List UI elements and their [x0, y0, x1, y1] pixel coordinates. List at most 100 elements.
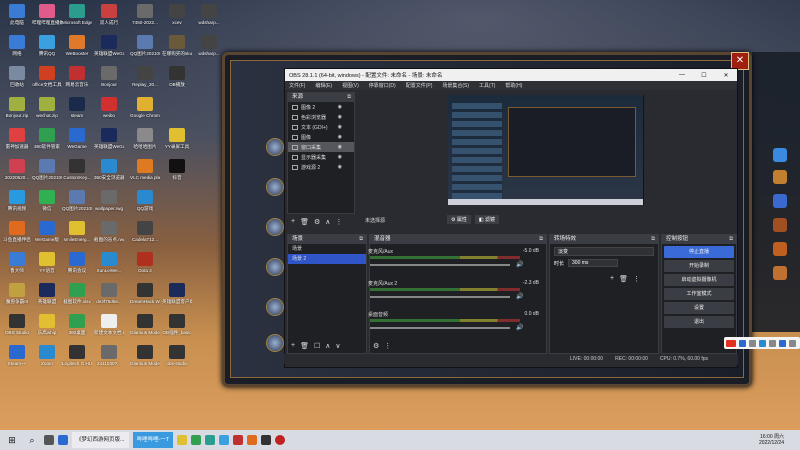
control-button[interactable]: 开始录制 [664, 260, 734, 272]
desktop-icon[interactable]: QQ图片20210821... [130, 35, 160, 65]
search-icon[interactable]: ⌕ [24, 432, 40, 448]
desktop-icon[interactable]: DreamHack WC3 Opti... [130, 283, 160, 313]
visibility-icon[interactable]: ◉ [338, 114, 342, 120]
desktop-icon[interactable]: 英雄联盟WeGame版 [94, 128, 124, 158]
menu-item[interactable]: 帮助(H) [505, 82, 522, 89]
volume-slider[interactable] [370, 264, 510, 266]
panel-menu-icon[interactable]: ⧉ [359, 235, 366, 244]
edge-icon[interactable] [205, 435, 216, 445]
start-button[interactable]: ⊞ [4, 432, 20, 448]
menu-item[interactable]: 停靠窗口(D) [369, 82, 396, 89]
menu-item[interactable]: 场景集合(S) [442, 82, 469, 89]
source-item[interactable]: 色彩浏览器 ◉ [288, 112, 354, 122]
source-item[interactable]: 图像 2 ◉ [288, 102, 354, 112]
desktop-icon[interactable]: office文档工具 [32, 66, 62, 96]
desktop-icon[interactable]: 抖音 [162, 159, 192, 189]
game-icon[interactable] [773, 266, 787, 280]
close-button[interactable]: ✕ [715, 72, 737, 79]
orb-icon[interactable] [266, 334, 284, 352]
desktop-icon[interactable]: WeGame版 [32, 221, 62, 251]
desktop-icon[interactable]: Bonjour.zip [2, 97, 32, 127]
desktop-icon[interactable]: 网易云音乐 [62, 66, 92, 96]
scene-item[interactable]: 场景 2 [288, 254, 366, 264]
menu-item[interactable]: 视图(V) [342, 82, 359, 89]
control-button[interactable]: 设置 [664, 302, 734, 314]
source-item[interactable]: 窗口采集 ◉ [288, 142, 354, 152]
scene-item[interactable]: 场景 [288, 244, 366, 254]
desktop-icon[interactable]: wechat.zip [32, 97, 62, 127]
desktop-icon[interactable]: wdsharp... [194, 4, 224, 34]
skin-icon[interactable] [779, 339, 786, 347]
control-button[interactable]: 停止直播 [664, 246, 734, 258]
orb-icon[interactable] [266, 218, 284, 236]
desktop-icon[interactable]: XunLeiWe... [94, 252, 124, 282]
desktop-icon[interactable]: obs-studio [162, 345, 192, 375]
desktop-icon[interactable]: wdsharp... [194, 35, 224, 65]
gear-icon[interactable]: ⚙ [373, 342, 379, 350]
desktop-icon[interactable]: Microsoft Edge [62, 4, 92, 34]
move-down-icon[interactable]: ∨ [335, 342, 340, 350]
game-icon[interactable] [773, 242, 787, 256]
desktop-icon[interactable]: Glarious Model O... [130, 345, 160, 375]
source-item[interactable]: 游戏源 2 ◉ [288, 162, 354, 172]
panel-menu-icon[interactable]: ⧉ [347, 93, 354, 102]
explorer-icon[interactable] [177, 435, 188, 445]
desktop-icon[interactable]: QQ游戏 [130, 190, 160, 220]
desktop-icon[interactable]: OBS Studio [2, 314, 32, 344]
orb-icon[interactable] [266, 178, 284, 196]
properties-button[interactable]: ⚙ 属性 [447, 215, 471, 224]
desktop-icon[interactable]: 360桌面 [62, 314, 92, 344]
gear-icon[interactable]: ⚙ [314, 218, 320, 226]
ime-toolbar[interactable] [724, 337, 800, 349]
desktop-icon[interactable]: 此电脑 [2, 4, 32, 34]
panel-menu-icon[interactable]: ⧉ [729, 235, 736, 244]
desktop-icon[interactable]: 斗鱼直播伴侣 [2, 221, 32, 251]
control-button[interactable]: 工作室模式 [664, 288, 734, 300]
desktop-icon[interactable]: 英雄联盟WeGame版 [94, 35, 124, 65]
source-item[interactable]: 文本 (GDI+) ◉ [288, 122, 354, 132]
desktop-icon[interactable]: WeBooster [62, 35, 92, 65]
desktop-icon[interactable]: YY录屏工具 [162, 128, 192, 158]
desktop-icon[interactable]: 7450-2022... [130, 4, 160, 34]
more-icon[interactable]: ⋮ [335, 218, 342, 226]
keyboard-icon[interactable] [769, 339, 776, 347]
transition-select[interactable]: 淡变 [554, 247, 654, 256]
obs-taskbar-icon[interactable] [261, 435, 272, 445]
desktop-icon[interactable]: 360软件管家 [32, 128, 62, 158]
menu-item[interactable]: 文件(F) [289, 82, 305, 89]
add-icon[interactable]: + [291, 218, 295, 226]
netease-icon[interactable] [233, 435, 244, 445]
visibility-icon[interactable]: ◉ [338, 144, 342, 150]
desktop-icon[interactable]: OB插件_basic [162, 314, 192, 344]
record-icon[interactable] [275, 435, 286, 445]
menu-item[interactable]: 工具(T) [479, 82, 495, 89]
desktop-icon[interactable]: 在哪购买的sku... [162, 35, 192, 65]
visibility-icon[interactable]: ◉ [338, 124, 342, 130]
desktop-icon[interactable]: weibo [94, 97, 124, 127]
desktop-icon[interactable]: de2f75d5e... [94, 283, 124, 313]
visibility-icon[interactable]: ◉ [338, 134, 342, 140]
game-icon[interactable] [773, 170, 787, 184]
desktop-icon[interactable]: xcev [162, 4, 192, 34]
visibility-icon[interactable]: ◉ [338, 104, 342, 110]
delete-icon[interactable]: 🗑 [300, 342, 309, 350]
source-item[interactable]: 图像 ◉ [288, 132, 354, 142]
control-button[interactable]: 启动虚拟摄像机 [664, 274, 734, 286]
desktop-icon[interactable]: 截图软件.xlsx [62, 283, 92, 313]
panel-menu-icon[interactable]: ⧉ [539, 235, 546, 244]
desktop-icon[interactable]: wallpaper.rwg [94, 190, 124, 220]
desktop-icon[interactable]: Steam++ [2, 345, 32, 375]
menu-item[interactable]: 编辑(E) [315, 82, 332, 89]
desktop-icon[interactable]: 回收站 [2, 66, 32, 96]
speaker-icon[interactable]: 🔊 [516, 293, 523, 300]
desktop-icon[interactable]: OB播放 [162, 66, 192, 96]
desktop-icon[interactable]: YY语音 [32, 252, 62, 282]
filters-button[interactable]: ◧ 滤镜 [474, 215, 500, 224]
taskbar-clock[interactable]: 16:00 周六 2022/12/24 [759, 434, 784, 446]
desktop-icon[interactable]: 鲁大师 [2, 252, 32, 282]
panel-menu-icon[interactable]: ⧉ [651, 235, 658, 244]
orb-icon[interactable] [266, 138, 284, 156]
desktop-icon[interactable]: 截图的盲点.rwg [94, 221, 124, 251]
desktop-icon[interactable]: 哈哈哈图片 [130, 128, 160, 158]
menu-item[interactable]: 配置文件(P) [406, 82, 433, 89]
